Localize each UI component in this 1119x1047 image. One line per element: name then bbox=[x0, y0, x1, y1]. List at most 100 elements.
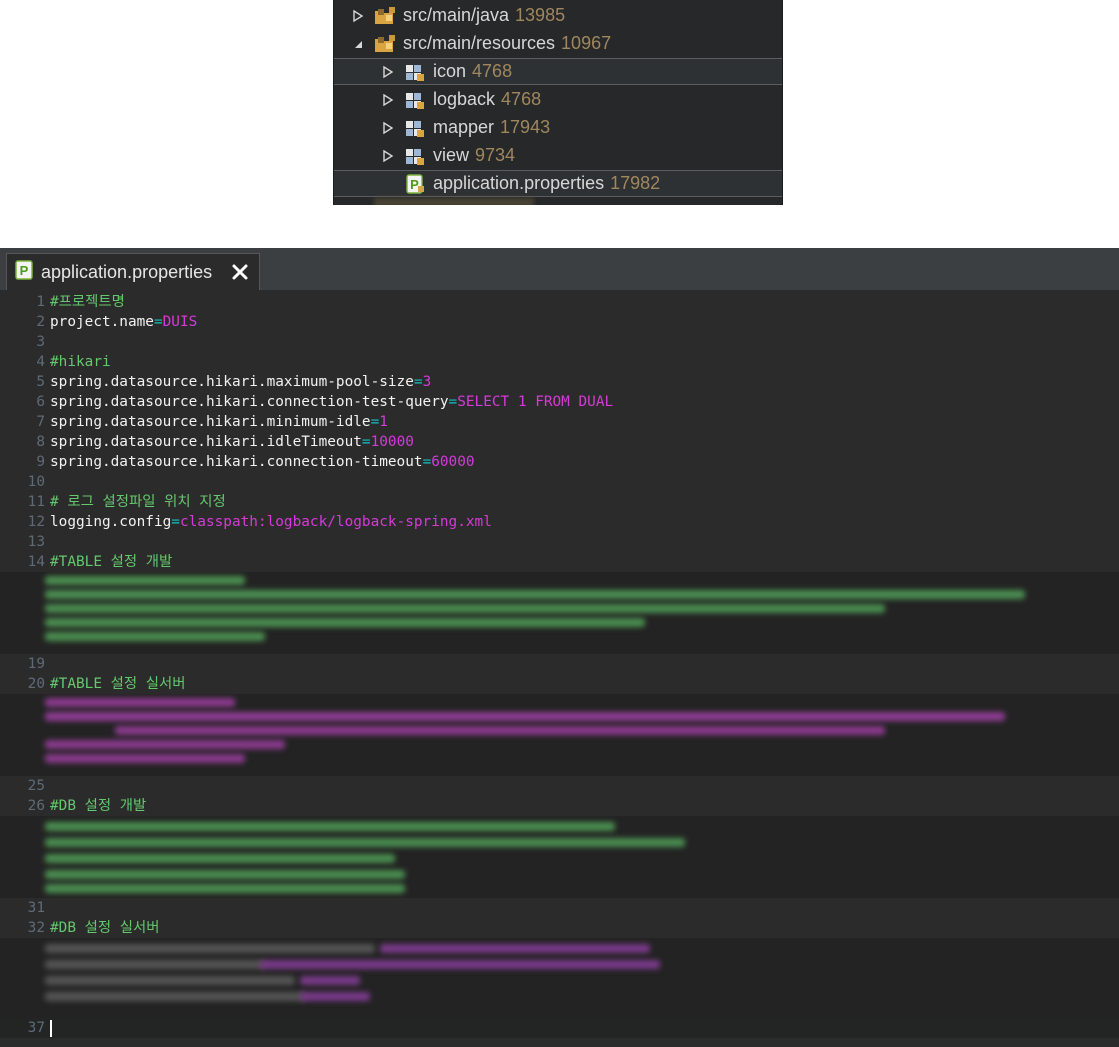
revision-count: 17943 bbox=[500, 117, 551, 137]
tree-item-label: src/main/java bbox=[403, 5, 510, 25]
properties-file-icon: P bbox=[15, 260, 33, 284]
comment-text: #TABLE 설정 실서버 bbox=[50, 676, 186, 692]
svg-text:P: P bbox=[410, 177, 419, 192]
collapse-arrow-icon[interactable] bbox=[352, 37, 364, 51]
blurred-text bbox=[380, 944, 650, 953]
editor-tab-bar: P application.properties bbox=[0, 248, 1119, 290]
package-explorer-tree: src/main/java 13985 src/main/resources 1096… bbox=[333, 0, 783, 205]
line-content bbox=[50, 1018, 52, 1038]
code-line[interactable]: 7 spring.datasource.hikari.minimum-idle=1 bbox=[0, 412, 1119, 432]
line-content: #hikari bbox=[50, 352, 111, 372]
code-line[interactable]: 12 logging.config=classpath:logback/logba… bbox=[0, 512, 1119, 532]
revision-count: 9734 bbox=[475, 145, 516, 165]
tree-item-src-main-java[interactable]: src/main/java 13985 bbox=[334, 2, 782, 29]
line-number: 3 bbox=[36, 334, 45, 350]
line-number: 9 bbox=[36, 454, 45, 470]
code-line[interactable]: 10 bbox=[0, 472, 1119, 492]
code-line[interactable]: 26 #DB 설정 개발 bbox=[0, 796, 1119, 816]
line-number: 7 bbox=[36, 414, 45, 430]
comment-text: #DB 설정 실서버 bbox=[50, 920, 160, 936]
code-line[interactable]: 32 #DB 설정 실서버 bbox=[0, 918, 1119, 938]
line-number: 13 bbox=[27, 534, 45, 550]
property-value: 1 bbox=[379, 414, 388, 430]
tree-item-view[interactable]: view 9734 bbox=[334, 142, 782, 169]
tree-item-mapper[interactable]: mapper 17943 bbox=[334, 114, 782, 141]
line-number: 14 bbox=[27, 554, 45, 570]
code-line[interactable]: 3 bbox=[0, 332, 1119, 352]
code-line[interactable]: 37 bbox=[0, 1018, 1119, 1038]
line-number: 20 bbox=[27, 676, 45, 692]
tree-item-label: mapper bbox=[433, 117, 495, 137]
expand-arrow-icon[interactable] bbox=[382, 65, 394, 79]
tree-item-logback[interactable]: logback 4768 bbox=[334, 86, 782, 113]
folder-icon bbox=[404, 62, 426, 82]
expand-arrow-icon[interactable] bbox=[352, 9, 364, 23]
property-value: classpath:logback/logback-spring.xml bbox=[179, 514, 492, 530]
property-value: SELECT 1 FROM DUAL bbox=[457, 394, 614, 410]
expand-arrow-icon[interactable] bbox=[382, 149, 394, 163]
line-content: spring.datasource.hikari.minimum-idle=1 bbox=[50, 412, 388, 432]
package-folder-icon bbox=[374, 6, 396, 26]
expand-arrow-icon[interactable] bbox=[382, 93, 394, 107]
code-line[interactable]: 8 spring.datasource.hikari.idleTimeout=10… bbox=[0, 432, 1119, 452]
tree-item-application-properties[interactable]: Papplication.properties 17982 bbox=[334, 170, 782, 197]
comment-text: #DB 설정 개발 bbox=[50, 798, 147, 814]
text-caret bbox=[50, 1019, 52, 1037]
no-arrow-spacer bbox=[382, 177, 394, 191]
tree-item-src-main-resources[interactable]: src/main/resources 10967 bbox=[334, 30, 782, 57]
blurred-text bbox=[45, 576, 245, 585]
blurred-text bbox=[45, 976, 295, 985]
line-content: project.name=DUIS bbox=[50, 312, 197, 332]
code-line[interactable]: 20 #TABLE 설정 실서버 bbox=[0, 674, 1119, 694]
property-key: spring.datasource.hikari.connection-test… bbox=[50, 394, 449, 410]
equals-sign: = bbox=[422, 454, 432, 470]
expand-arrow-icon[interactable] bbox=[382, 121, 394, 135]
code-line[interactable]: 6 spring.datasource.hikari.connection-tes… bbox=[0, 392, 1119, 412]
svg-text:P: P bbox=[20, 263, 29, 278]
code-line[interactable]: 14 #TABLE 설정 개발 bbox=[0, 552, 1119, 572]
blurred-text bbox=[45, 618, 645, 627]
tab-application-properties[interactable]: P application.properties bbox=[6, 253, 260, 290]
line-number: 11 bbox=[27, 494, 45, 510]
blurred-text bbox=[45, 604, 885, 613]
folder-icon bbox=[404, 90, 426, 110]
code-line[interactable]: 13 bbox=[0, 532, 1119, 552]
blurred-text bbox=[115, 726, 885, 735]
tree-item-icon[interactable]: icon 4768 bbox=[334, 58, 782, 85]
revision-count: 17982 bbox=[610, 173, 661, 193]
line-content: spring.datasource.hikari.connection-test… bbox=[50, 392, 613, 412]
property-key: spring.datasource.hikari.maximum-pool-si… bbox=[50, 374, 414, 390]
line-number: 5 bbox=[36, 374, 45, 390]
code-line[interactable]: 5 spring.datasource.hikari.maximum-pool-s… bbox=[0, 372, 1119, 392]
partially-hidden-row bbox=[374, 198, 534, 205]
close-icon[interactable] bbox=[231, 263, 249, 281]
blurred-text bbox=[45, 754, 245, 763]
code-line[interactable]: 11 # 로그 설정파일 위치 지정 bbox=[0, 492, 1119, 512]
code-line[interactable]: 4 #hikari bbox=[0, 352, 1119, 372]
line-number: 1 bbox=[36, 294, 45, 310]
blurred-text bbox=[45, 712, 1005, 721]
code-line[interactable]: 9 spring.datasource.hikari.connection-tim… bbox=[0, 452, 1119, 472]
blurred-text bbox=[300, 976, 360, 985]
property-key: spring.datasource.hikari.minimum-idle bbox=[50, 414, 371, 430]
line-content: #TABLE 설정 개발 bbox=[50, 552, 172, 572]
line-content: #TABLE 설정 실서버 bbox=[50, 674, 186, 694]
code-editor: P application.properties 1 #프로젝트명 2 project… bbox=[0, 248, 1119, 1047]
line-number: 4 bbox=[36, 354, 45, 370]
line-content: spring.datasource.hikari.maximum-pool-si… bbox=[50, 372, 431, 392]
blurred-text bbox=[45, 838, 685, 847]
blurred-text bbox=[45, 870, 405, 879]
blurred-text bbox=[45, 590, 1025, 599]
line-number: 26 bbox=[27, 798, 45, 814]
blurred-text bbox=[45, 632, 265, 641]
code-line[interactable]: 2 project.name=DUIS bbox=[0, 312, 1119, 332]
code-line[interactable]: 31 bbox=[0, 898, 1119, 918]
code-line[interactable]: 25 bbox=[0, 776, 1119, 796]
line-content: #DB 설정 실서버 bbox=[50, 918, 160, 938]
blurred-text bbox=[45, 822, 615, 831]
blurred-text bbox=[260, 960, 660, 969]
code-area[interactable]: 1 #프로젝트명 2 project.name=DUIS 3 4 #hikari 5 sprin… bbox=[0, 292, 1119, 1047]
code-line[interactable]: 19 bbox=[0, 654, 1119, 674]
code-line[interactable]: 1 #프로젝트명 bbox=[0, 292, 1119, 312]
equals-sign: = bbox=[153, 314, 163, 330]
